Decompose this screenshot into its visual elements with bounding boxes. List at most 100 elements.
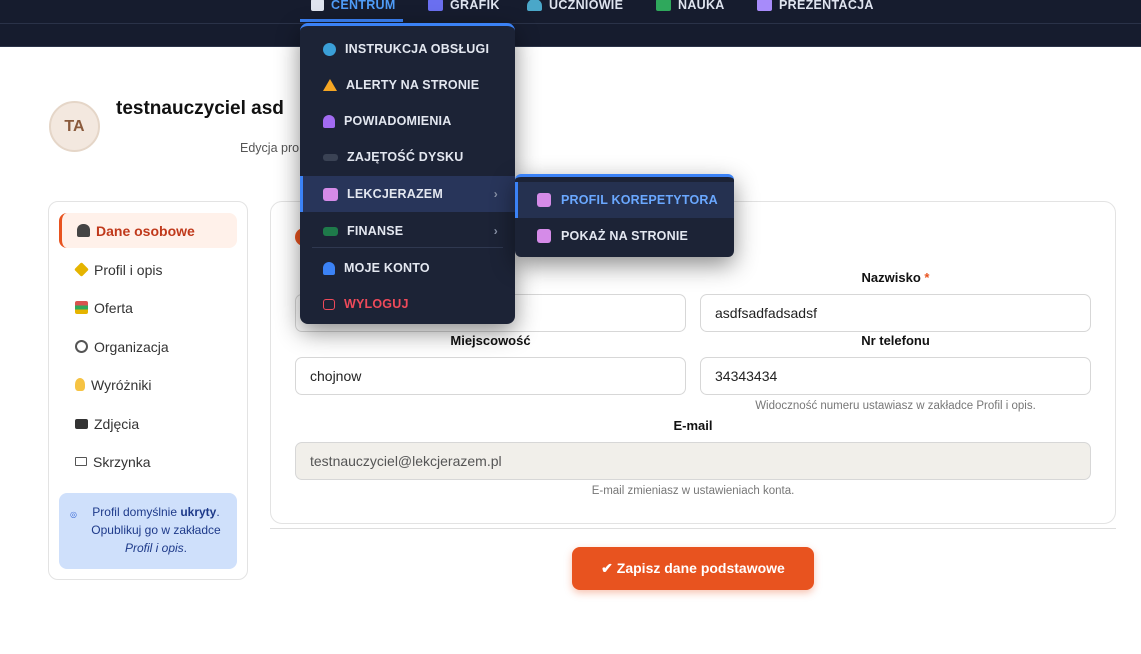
chevron-right-icon: › (493, 187, 498, 201)
save-button[interactable]: ✔ Zapisz dane podstawowe (572, 547, 814, 590)
nazwisko-field[interactable]: asdfsadfadsadsf (700, 294, 1091, 332)
nav-centrum-label: CENTRUM (331, 0, 396, 12)
nav-grafik[interactable]: GRAFIK (428, 0, 500, 16)
menu-separator (312, 247, 503, 248)
page-title: testnauczyciel asd (116, 98, 284, 119)
calendar-icon (428, 0, 443, 11)
nav-active-indicator (300, 19, 403, 22)
form-divider (270, 528, 1116, 529)
sidebar-item-label: Profil i opis (94, 261, 163, 278)
email-label: E-mail (673, 418, 713, 433)
menu-item-powiadomienia[interactable]: POWIADOMIENIA (300, 103, 515, 139)
notice-text: Profil domyślnie ukryty. Opublikuj go w … (81, 503, 231, 557)
nav-uczniowie-label: UCZNIOWIE (549, 0, 624, 12)
books-icon (75, 301, 88, 314)
sidebar-item-zdjecia[interactable]: Zdjęcia (59, 406, 237, 441)
users-icon (527, 0, 542, 11)
nav-grafik-label: GRAFIK (450, 0, 500, 12)
sidebar-item-label: Wyróżniki (91, 376, 152, 393)
email-field: testnauczyciel@lekcjerazem.pl (295, 442, 1091, 480)
sidebar-item-skrzynka[interactable]: Skrzynka (59, 444, 237, 479)
profile-card-icon (537, 193, 551, 207)
nav-uczniowie[interactable]: UCZNIOWIE (527, 0, 623, 16)
menu-item-instrukcja[interactable]: INSTRUKCJA OBSŁUGI (300, 31, 515, 67)
avatar-initials: TA (64, 117, 85, 135)
nav-prezentacja[interactable]: PREZENTACJA (757, 0, 874, 16)
profile-hidden-notice: ◎ Profil domyślnie ukryty. Opublikuj go … (59, 493, 237, 569)
telefon-hint: Widoczność numeru ustawiasz w zakładce P… (755, 400, 1036, 412)
telefon-field[interactable]: 34343434 (700, 357, 1091, 395)
page-subtitle: Edycja pro (240, 141, 300, 155)
nazwisko-label-text: Nazwisko (861, 270, 921, 285)
envelope-icon (75, 457, 87, 466)
menu-item-alerty[interactable]: ALERTY NA STRONIE (300, 67, 515, 103)
sidebar-item-label: Oferta (94, 299, 133, 316)
notice-strong: ukryty (180, 505, 217, 519)
submenu-item-label: POKAŻ NA STRONIE (561, 229, 689, 243)
menu-item-label: LEKCJERAZEM (347, 187, 443, 201)
navbar-divider (0, 23, 1141, 24)
submenu-item-label: PROFIL KOREPETYTORA (561, 193, 718, 207)
home-icon (311, 0, 324, 11)
nav-nauka[interactable]: NAUKA (656, 0, 725, 16)
profile-sidebar: Dane osobowe Profil i opis Oferta Organi… (48, 201, 248, 580)
notice-link[interactable]: Profil i opis (125, 541, 184, 555)
menu-item-zajetosc-dysku[interactable]: ZAJĘTOŚĆ DYSKU (300, 139, 515, 175)
chevron-right-icon: › (493, 224, 498, 238)
menu-item-label: ZAJĘTOŚĆ DYSKU (347, 150, 464, 164)
sidebar-item-dane-osobowe[interactable]: Dane osobowe (59, 213, 237, 248)
sidebar-item-organizacja[interactable]: Organizacja (59, 329, 237, 364)
menu-item-label: FINANSE (347, 224, 404, 238)
sidebar-item-label: Zdjęcia (94, 415, 140, 432)
top-navbar: CENTRUM GRAFIK UCZNIOWIE NAUKA PREZENTAC… (0, 0, 1141, 47)
menu-item-lekcjerazem[interactable]: LEKCJERAZEM › (300, 176, 515, 212)
person-icon (77, 224, 90, 237)
bell-icon (323, 114, 335, 128)
info-icon (323, 42, 336, 56)
nav-nauka-label: NAUKA (678, 0, 725, 12)
profile-card-icon (537, 229, 551, 243)
money-icon (323, 226, 338, 236)
sidebar-item-label: Organizacja (94, 338, 169, 355)
miejscowosc-label: Miejscowość (450, 333, 531, 348)
notice-prefix: Profil domyślnie (92, 505, 181, 519)
menu-item-wyloguj[interactable]: WYLOGUJ (300, 286, 515, 322)
menu-item-label: WYLOGUJ (344, 297, 409, 311)
menu-item-finanse[interactable]: FINANSE › (300, 213, 515, 249)
menu-item-label: POWIADOMIENIA (344, 114, 452, 128)
book-icon (656, 0, 671, 11)
nav-centrum[interactable]: CENTRUM (311, 0, 396, 16)
sparkle-icon (74, 262, 89, 277)
email-hint: E-mail zmieniasz w ustawieniach konta. (591, 485, 795, 497)
sidebar-item-oferta[interactable]: Oferta (59, 290, 237, 325)
required-mark: * (924, 270, 930, 285)
submenu-item-profil-korepetytora[interactable]: PROFIL KOREPETYTORA (515, 182, 734, 218)
camera-icon (75, 418, 88, 429)
user-icon (323, 261, 335, 275)
submenu-item-pokaz-na-stronie[interactable]: POKAŻ NA STRONIE (515, 218, 734, 254)
menu-item-moje-konto[interactable]: MOJE KONTO (300, 250, 515, 286)
warning-icon (323, 79, 337, 91)
nazwisko-label: Nazwisko * (700, 270, 1091, 285)
logout-icon (323, 298, 335, 310)
sidebar-item-wyrozniki[interactable]: Wyróżniki (59, 367, 237, 402)
menu-item-label: ALERTY NA STRONIE (346, 78, 480, 92)
menu-item-label: INSTRUKCJA OBSŁUGI (345, 42, 490, 56)
notice-suffix: . (183, 541, 188, 555)
telefon-label: Nr telefonu (861, 333, 930, 348)
centrum-dropdown-menu: INSTRUKCJA OBSŁUGI ALERTY NA STRONIE POW… (300, 23, 515, 324)
gear-icon (75, 340, 88, 353)
sidebar-item-profil-i-opis[interactable]: Profil i opis (59, 252, 237, 287)
menu-item-label: MOJE KONTO (344, 261, 430, 275)
avatar: TA (49, 101, 100, 152)
sidebar-item-label: Skrzynka (93, 453, 151, 470)
lightbulb-icon (75, 378, 85, 391)
info-icon: ◎ (70, 510, 77, 519)
miejscowosc-field[interactable]: chojnow (295, 357, 686, 395)
lekcjerazem-submenu: PROFIL KOREPETYTORA POKAŻ NA STRONIE (515, 174, 734, 257)
nav-prezentacja-label: PREZENTACJA (779, 0, 874, 12)
sidebar-item-label: Dane osobowe (96, 222, 195, 239)
disk-icon (323, 153, 338, 161)
monitor-icon (757, 0, 772, 11)
profile-card-icon (323, 187, 338, 201)
